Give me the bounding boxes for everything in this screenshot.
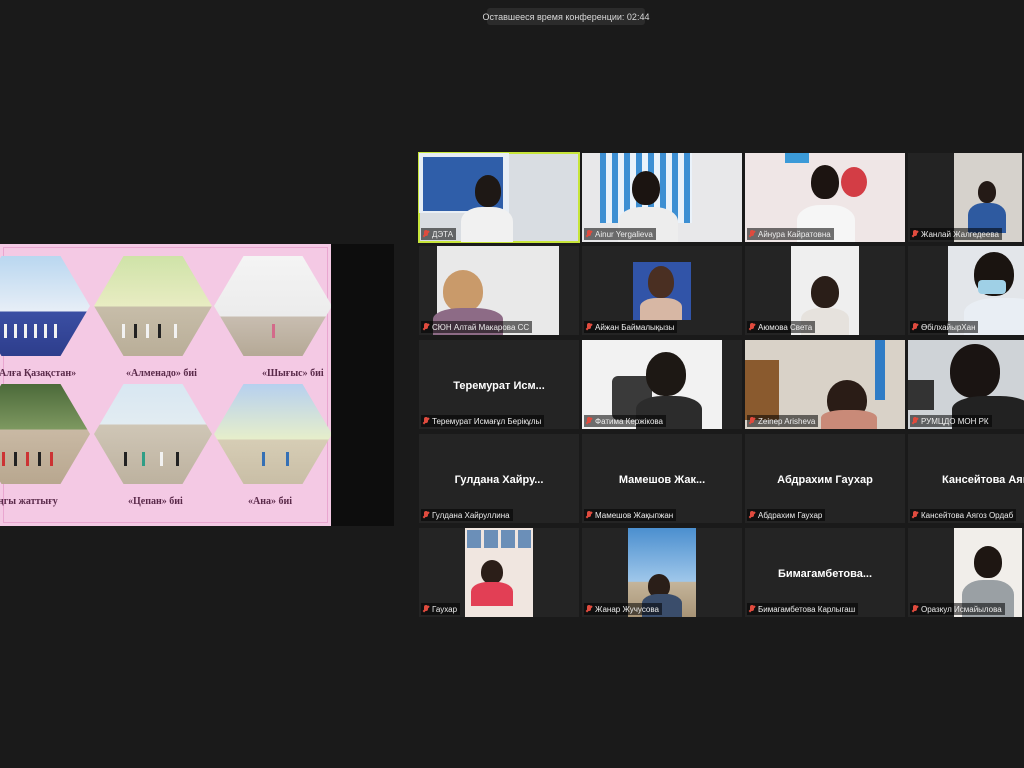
participant-name: Айнура Кайратовна — [747, 228, 834, 240]
participant-name: ӨбілхайырХан — [910, 321, 979, 333]
participant-name: Абдрахим Гаухар — [747, 509, 826, 521]
mic-muted-icon — [586, 230, 592, 238]
mic-muted-icon — [912, 323, 918, 331]
mic-muted-icon — [423, 230, 429, 238]
participant-display-name: Мамешов Жак... — [618, 474, 706, 486]
participant-name: СЮН Алтай Макарова СС — [421, 321, 533, 333]
slide-caption-2: «Алменадо» биі — [126, 368, 197, 379]
participant-video — [785, 153, 809, 163]
participant-tile[interactable]: Айнура Кайратовна — [745, 153, 905, 242]
participant-video — [978, 280, 1006, 294]
participant-tile[interactable]: Жанар Жучусова — [582, 528, 742, 617]
slide-caption-4: ңгы жаттығу — [0, 496, 58, 507]
participant-display-name: Гулдана Хайру... — [454, 474, 544, 486]
participant-tile[interactable]: Абдрахим Гаухар Абдрахим Гаухар — [745, 434, 905, 523]
participant-tile[interactable]: ӨбілхайырХан — [908, 246, 1024, 335]
mic-muted-icon — [586, 417, 592, 425]
participant-video — [908, 380, 934, 410]
participant-tile[interactable]: Бимагамбетова... Бимагамбетова Карлыгаш — [745, 528, 905, 617]
participant-tile[interactable]: СЮН Алтай Макарова СС — [419, 246, 579, 335]
mic-muted-icon — [749, 511, 755, 519]
mic-muted-icon — [423, 323, 429, 331]
mic-muted-icon — [586, 511, 592, 519]
participant-name: Гаухар — [421, 603, 461, 615]
participant-video — [467, 530, 531, 548]
participant-tile[interactable]: Жанлай Жалгедеева — [908, 153, 1024, 242]
shared-screen: «Алға Қазақстан» «Алменадо» биі «Шығыс» … — [0, 244, 331, 526]
conference-timer: Оставшееся время конференции: 02:44 — [483, 8, 649, 25]
mic-muted-icon — [912, 417, 918, 425]
participant-tile[interactable]: Аюмова Света — [745, 246, 905, 335]
mic-muted-icon — [423, 605, 429, 613]
participant-tile[interactable]: Теремурат Исм... Теремурат Исмағұл Берік… — [419, 340, 579, 429]
participant-display-name: Теремурат Исм... — [453, 380, 545, 392]
mic-muted-icon — [586, 323, 592, 331]
mic-muted-icon — [423, 511, 429, 519]
participant-tile[interactable]: Ainur Yergalieva — [582, 153, 742, 242]
slide-caption-3: «Шығыс» биі — [262, 368, 324, 379]
participant-name: Кансейтова Аягоз Ордаб — [910, 509, 1017, 521]
participant-name: РУМЦДО МОН РК — [910, 415, 992, 427]
mic-muted-icon — [749, 605, 755, 613]
mic-muted-icon — [749, 417, 755, 425]
participant-tile[interactable]: Кансейтова Аяг Кансейтова Аягоз Ордаб — [908, 434, 1024, 523]
slide-caption-1: «Алға Қазақстан» — [0, 368, 77, 379]
mic-muted-icon — [912, 230, 918, 238]
participant-name: Айжан Баймалықызы — [584, 321, 678, 333]
participant-video — [841, 167, 867, 197]
participant-tile[interactable]: Zeinep Arisheva — [745, 340, 905, 429]
participant-name: Жанар Жучусова — [584, 603, 662, 615]
mic-muted-icon — [749, 323, 755, 331]
participant-name: Бимагамбетова Карлыгаш — [747, 603, 859, 615]
slide-caption-6: «Ана» биі — [248, 496, 293, 507]
participant-name: ДЭТА — [421, 228, 457, 240]
participant-name: Теремурат Исмағұл Берікұлы — [421, 415, 545, 427]
participant-display-name: Бимагамбетова... — [777, 568, 873, 580]
participant-name: Аюмова Света — [747, 321, 816, 333]
participant-tile[interactable]: Оразкул Исмайылова — [908, 528, 1024, 617]
participant-display-name: Кансейтова Аяг — [942, 474, 1024, 486]
mic-muted-icon — [912, 605, 918, 613]
participant-tile[interactable]: РУМЦДО МОН РК — [908, 340, 1024, 429]
participant-tile[interactable]: Гулдана Хайру... Гулдана Хайруллина — [419, 434, 579, 523]
participant-tile[interactable]: Фатима Кержікова — [582, 340, 742, 429]
participant-name: Фатима Кержікова — [584, 415, 666, 427]
participant-display-name: Абдрахим Гаухар — [777, 474, 873, 486]
participant-name: Zeinep Arisheva — [747, 415, 819, 427]
slide-caption-5: «Цепан» биі — [128, 496, 183, 507]
participant-name: Гулдана Хайруллина — [421, 509, 513, 521]
participant-name: Оразкул Исмайылова — [910, 603, 1005, 615]
participant-name: Мамешов Жақыпжан — [584, 509, 677, 521]
mic-muted-icon — [586, 605, 592, 613]
participant-name: Жанлай Жалгедеева — [910, 228, 1002, 240]
participant-tile[interactable]: ДЭТА — [418, 152, 580, 243]
participant-video — [875, 340, 885, 400]
mic-muted-icon — [749, 230, 755, 238]
mic-muted-icon — [912, 511, 918, 519]
participant-tile[interactable]: Гаухар — [419, 528, 579, 617]
participant-video — [745, 360, 779, 420]
participant-tile[interactable]: Мамешов Жак... Мамешов Жақыпжан — [582, 434, 742, 523]
participant-name: Ainur Yergalieva — [584, 228, 656, 240]
shared-screen-margin — [331, 244, 394, 526]
participant-tile[interactable]: Айжан Баймалықызы — [582, 246, 742, 335]
mic-muted-icon — [423, 417, 429, 425]
